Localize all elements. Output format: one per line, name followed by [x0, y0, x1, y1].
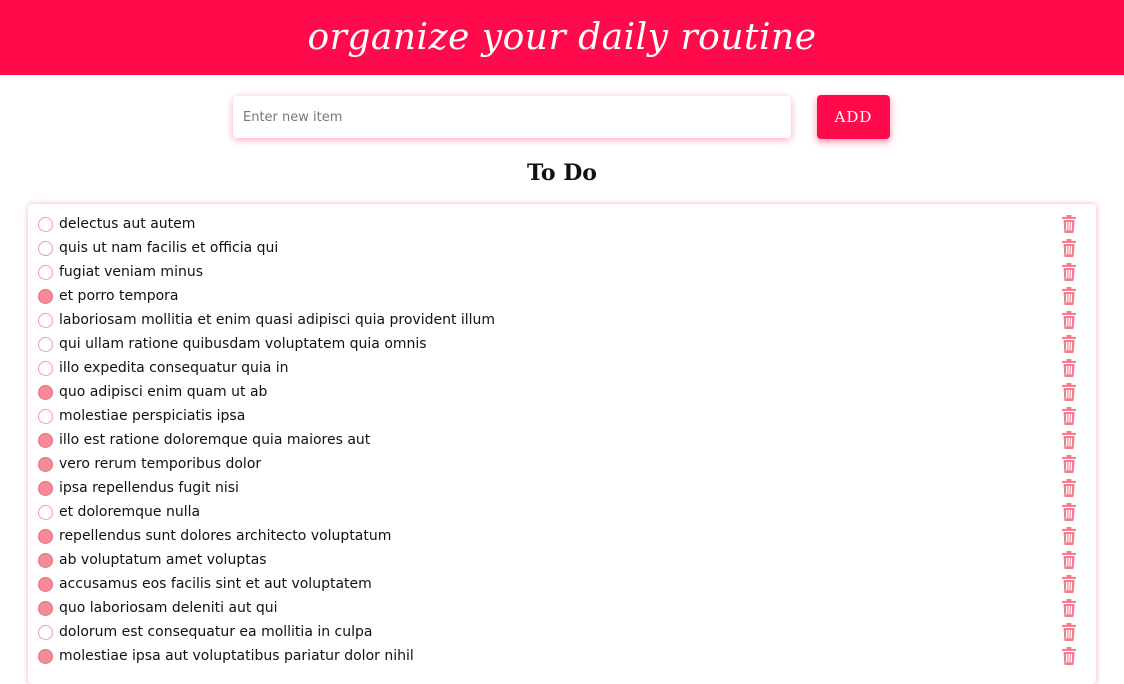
todo-item: illo est ratione doloremque quia maiores… — [28, 428, 1096, 452]
todo-item-text: laboriosam mollitia et enim quasi adipis… — [59, 312, 496, 328]
trash-icon[interactable] — [1062, 431, 1076, 449]
todo-item-text: dolorum est consequatur ea mollitia in c… — [59, 624, 373, 640]
todo-item: dolorum est consequatur ea mollitia in c… — [28, 620, 1096, 644]
trash-icon[interactable] — [1062, 551, 1076, 569]
completed-toggle-icon[interactable] — [38, 456, 53, 472]
todo-item-text: repellendus sunt dolores architecto volu… — [59, 528, 392, 544]
todo-item: accusamus eos facilis sint et aut volupt… — [28, 572, 1096, 596]
todo-item: delectus aut autem — [28, 212, 1096, 236]
incomplete-toggle-icon[interactable] — [38, 264, 53, 280]
incomplete-toggle-icon[interactable] — [38, 408, 53, 424]
list-title: To Do — [527, 160, 597, 186]
app-header: organize your daily routine — [0, 0, 1124, 75]
add-item-form: ADD — [0, 95, 1124, 139]
todo-item: quis ut nam facilis et officia qui — [28, 236, 1096, 260]
add-button[interactable]: ADD — [817, 95, 890, 139]
todo-item-text: fugiat veniam minus — [59, 264, 203, 280]
todo-item: repellendus sunt dolores architecto volu… — [28, 524, 1096, 548]
incomplete-toggle-icon[interactable] — [38, 216, 53, 232]
todo-list: delectus aut autem quis ut nam facilis et… — [28, 204, 1096, 684]
trash-icon[interactable] — [1062, 575, 1076, 593]
incomplete-toggle-icon[interactable] — [38, 624, 53, 640]
todo-item-text: qui ullam ratione quibusdam voluptatem q… — [59, 336, 427, 352]
trash-icon[interactable] — [1062, 455, 1076, 473]
trash-icon[interactable] — [1062, 383, 1076, 401]
completed-toggle-icon[interactable] — [38, 600, 53, 616]
incomplete-toggle-icon[interactable] — [38, 504, 53, 520]
todo-item-text: molestiae ipsa aut voluptatibus pariatur… — [59, 648, 414, 664]
todo-item: vero rerum temporibus dolor — [28, 452, 1096, 476]
completed-toggle-icon[interactable] — [38, 552, 53, 568]
trash-icon[interactable] — [1062, 359, 1076, 377]
trash-icon[interactable] — [1062, 503, 1076, 521]
todo-item-text: accusamus eos facilis sint et aut volupt… — [59, 576, 372, 592]
completed-toggle-icon[interactable] — [38, 432, 53, 448]
todo-item: ab voluptatum amet voluptas — [28, 548, 1096, 572]
todo-item: quo adipisci enim quam ut ab — [28, 380, 1096, 404]
page-title: organize your daily routine — [307, 17, 817, 58]
completed-toggle-icon[interactable] — [38, 384, 53, 400]
trash-icon[interactable] — [1062, 215, 1076, 233]
trash-icon[interactable] — [1062, 623, 1076, 641]
todo-item-text: illo expedita consequatur quia in — [59, 360, 289, 376]
incomplete-toggle-icon[interactable] — [38, 240, 53, 256]
todo-item: et porro tempora — [28, 284, 1096, 308]
todo-item-text: quo laboriosam deleniti aut qui — [59, 600, 278, 616]
todo-item: ipsa repellendus fugit nisi — [28, 476, 1096, 500]
completed-toggle-icon[interactable] — [38, 648, 53, 664]
completed-toggle-icon[interactable] — [38, 288, 53, 304]
incomplete-toggle-icon[interactable] — [38, 360, 53, 376]
todo-item: fugiat veniam minus — [28, 260, 1096, 284]
new-item-input[interactable] — [233, 96, 791, 138]
todo-item-text: delectus aut autem — [59, 216, 196, 232]
trash-icon[interactable] — [1062, 263, 1076, 281]
todo-item-text: et doloremque nulla — [59, 504, 201, 520]
todo-item: laboriosam mollitia et enim quasi adipis… — [28, 308, 1096, 332]
todo-item-text: vero rerum temporibus dolor — [59, 456, 262, 472]
todo-item-text: illo est ratione doloremque quia maiores… — [59, 432, 371, 448]
completed-toggle-icon[interactable] — [38, 528, 53, 544]
todo-item-text: quis ut nam facilis et officia qui — [59, 240, 279, 256]
trash-icon[interactable] — [1062, 287, 1076, 305]
todo-item: molestiae ipsa aut voluptatibus pariatur… — [28, 644, 1096, 668]
trash-icon[interactable] — [1062, 479, 1076, 497]
todo-item: et doloremque nulla — [28, 500, 1096, 524]
incomplete-toggle-icon[interactable] — [38, 312, 53, 328]
todo-item-text: et porro tempora — [59, 288, 179, 304]
trash-icon[interactable] — [1062, 407, 1076, 425]
todo-item: quo laboriosam deleniti aut qui — [28, 596, 1096, 620]
incomplete-toggle-icon[interactable] — [38, 336, 53, 352]
trash-icon[interactable] — [1062, 599, 1076, 617]
todo-item-text: ipsa repellendus fugit nisi — [59, 480, 239, 496]
trash-icon[interactable] — [1062, 647, 1076, 665]
trash-icon[interactable] — [1062, 527, 1076, 545]
todo-item-text: quo adipisci enim quam ut ab — [59, 384, 268, 400]
completed-toggle-icon[interactable] — [38, 576, 53, 592]
todo-item: illo expedita consequatur quia in — [28, 356, 1096, 380]
trash-icon[interactable] — [1062, 311, 1076, 329]
todo-item: molestiae perspiciatis ipsa — [28, 404, 1096, 428]
todo-item-text: ab voluptatum amet voluptas — [59, 552, 267, 568]
trash-icon[interactable] — [1062, 335, 1076, 353]
completed-toggle-icon[interactable] — [38, 480, 53, 496]
todo-item: qui ullam ratione quibusdam voluptatem q… — [28, 332, 1096, 356]
trash-icon[interactable] — [1062, 239, 1076, 257]
todo-item-text: molestiae perspiciatis ipsa — [59, 408, 246, 424]
